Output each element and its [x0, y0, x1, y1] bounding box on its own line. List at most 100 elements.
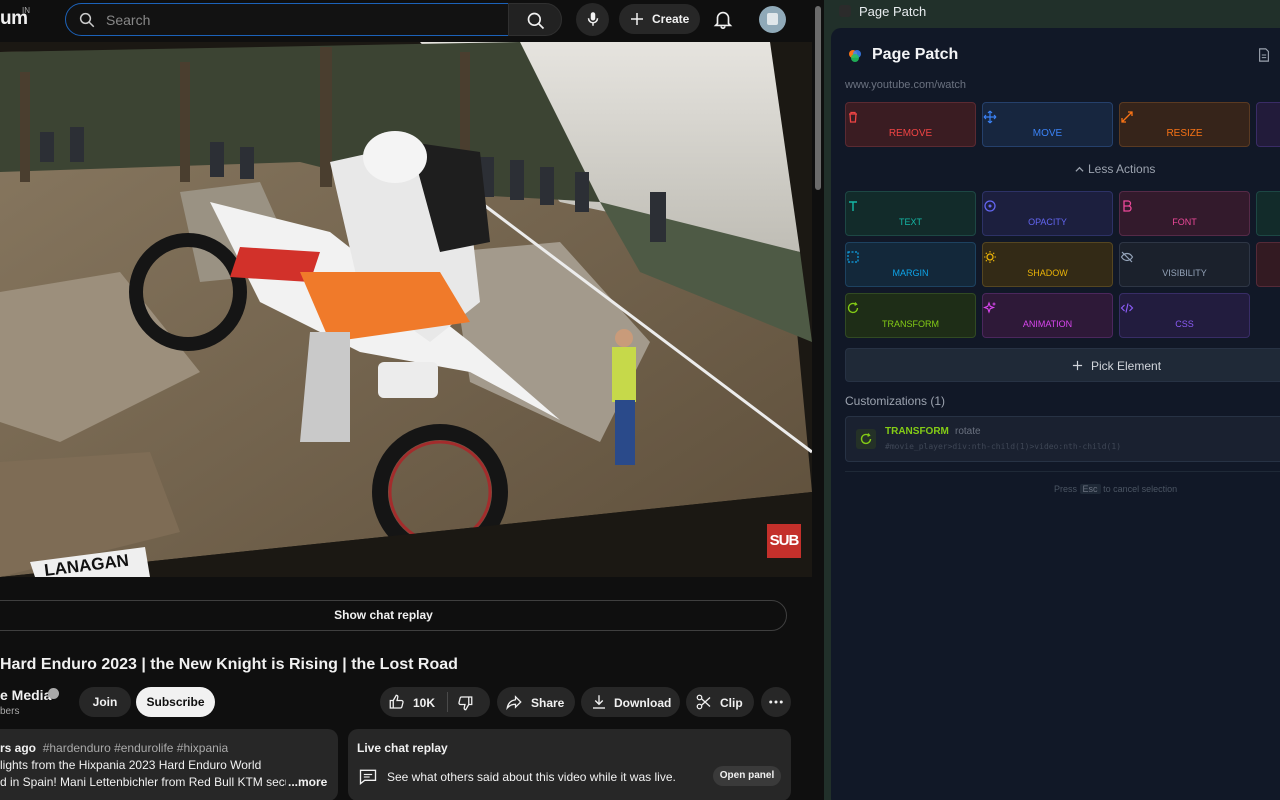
microphone-icon [587, 12, 599, 26]
page-patch-logo-icon [849, 50, 861, 62]
description-meta: rs ago #hardenduro #endurolife #hixpania [0, 741, 228, 755]
search-button[interactable] [508, 3, 562, 36]
panel-body: Page Patch www.youtube.com/watch REMOVE … [831, 28, 1280, 800]
video-frame: LANAGAN [0, 42, 812, 577]
transform-badge [856, 429, 876, 449]
trash-icon [849, 111, 857, 123]
like-divider [447, 692, 448, 712]
share-button[interactable]: Share [497, 687, 575, 717]
code-icon [1120, 303, 1134, 313]
customization-selector: #movie_player>div:nth-child(1)>video:nth… [885, 442, 1122, 451]
panel-window-title: Page Patch [859, 4, 927, 19]
animation-label: ANIMATION [1022, 319, 1073, 329]
opacity-action-button[interactable]: OPACITY [982, 191, 1113, 236]
move-icon [983, 110, 997, 124]
chevron-up-icon [1075, 167, 1084, 173]
more-actions-button[interactable] [761, 687, 791, 717]
shadow-label: SHADOW [1027, 268, 1068, 278]
pick-element-button[interactable]: Pick Element [845, 348, 1280, 382]
open-panel-button[interactable]: Open panel [713, 766, 781, 786]
channel-watermark[interactable]: SUB [767, 524, 801, 558]
customization-item[interactable]: TRANSFORM rotate #movie_player>div:nth-c… [845, 416, 1280, 462]
customization-type: TRANSFORM [885, 426, 949, 437]
video-player[interactable]: LANAGAN SUB [0, 42, 812, 577]
shadow-action-button[interactable]: SHADOW [982, 242, 1113, 287]
extra-action-button[interactable] [1256, 242, 1280, 287]
page-patch-app-icon [839, 5, 851, 17]
opacity-icon [984, 200, 996, 212]
visibility-off-icon [1120, 251, 1134, 263]
download-button[interactable]: Download [581, 687, 680, 717]
less-actions-toggle[interactable]: Less Actions [1075, 162, 1155, 176]
opacity-label: OPACITY [1028, 217, 1067, 227]
download-icon [593, 695, 605, 709]
animation-action-button[interactable]: ANIMATION [982, 293, 1113, 338]
share-label: Share [531, 696, 565, 710]
subscriber-count: bers [0, 706, 20, 717]
customization-property: rotate [955, 426, 981, 437]
shadow-icon [984, 251, 996, 263]
more-horizontal-icon [769, 700, 783, 704]
extra-action-button[interactable] [1256, 191, 1280, 236]
dislike-icon[interactable] [456, 694, 474, 712]
text-label: TEXT [898, 217, 922, 227]
visibility-action-button[interactable]: VISIBILITY [1119, 242, 1250, 287]
move-action-button[interactable]: MOVE [982, 102, 1113, 147]
margin-label: MARGIN [892, 268, 929, 278]
hashtags[interactable]: #hardenduro #endurolife #hixpania [43, 741, 228, 755]
like-icon[interactable] [388, 693, 406, 711]
voice-search-button[interactable] [576, 3, 609, 36]
live-chat-heading: Live chat replay [357, 741, 448, 755]
clip-button[interactable]: Clip [686, 687, 754, 717]
esc-key: Esc [1079, 484, 1101, 494]
clip-label: Clip [720, 696, 743, 710]
customizations-heading: Customizations (1) [845, 394, 946, 408]
create-button[interactable]: Create [619, 4, 700, 34]
css-label: CSS [1175, 319, 1194, 329]
resize-label: RESIZE [1166, 128, 1203, 139]
page-scrollbar[interactable] [812, 0, 824, 800]
css-action-button[interactable]: CSS [1119, 293, 1250, 338]
sparkles-icon [983, 301, 996, 314]
notifications-bell-icon[interactable] [712, 8, 734, 30]
document-icon[interactable] [1257, 48, 1271, 62]
transform-label: TRANSFORM [882, 319, 939, 329]
show-chat-replay-button[interactable]: Show chat replay [0, 600, 787, 631]
transform-icon [860, 433, 872, 445]
upload-time: rs ago [0, 741, 37, 755]
extra-action-button[interactable] [1256, 102, 1280, 147]
search-box[interactable] [65, 3, 509, 36]
resize-action-button[interactable]: RESIZE [1119, 102, 1250, 147]
chat-bubble-icon [359, 769, 377, 786]
transform-action-button[interactable]: TRANSFORM [845, 293, 976, 338]
margin-action-button[interactable]: MARGIN [845, 242, 976, 287]
live-chat-description: See what others said about this video wh… [387, 770, 676, 784]
account-avatar[interactable] [759, 6, 786, 33]
like-dislike-group: 10K [380, 687, 490, 717]
search-input[interactable] [106, 10, 486, 30]
video-title: Hard Enduro 2023 | the New Knight is Ris… [0, 656, 458, 673]
subscribe-button[interactable]: Subscribe [136, 687, 215, 717]
page-patch-panel: Page Patch Page Patch www.youtube.com/wa… [824, 0, 1280, 800]
like-count[interactable]: 10K [413, 696, 435, 710]
hint-text: to cancel selection [1103, 484, 1178, 494]
pick-element-label: Pick Element [1091, 359, 1162, 373]
join-button[interactable]: Join [79, 687, 131, 717]
channel-name[interactable]: e Media [0, 687, 51, 703]
text-action-button[interactable]: TEXT [845, 191, 976, 236]
plus-icon [631, 13, 643, 25]
show-more-link[interactable]: ...more [288, 775, 327, 789]
plus-icon [1072, 360, 1083, 371]
live-chat-card [348, 729, 791, 800]
share-icon [506, 695, 522, 711]
country-code: IN [22, 6, 30, 15]
scrollbar-thumb[interactable] [815, 6, 821, 190]
resize-icon [1121, 111, 1133, 123]
remove-action-button[interactable]: REMOVE [845, 102, 976, 147]
description-line: d in Spain! Mani Lettenbichler from Red … [0, 775, 286, 789]
create-label: Create [652, 12, 690, 26]
panel-title: Page Patch [872, 46, 959, 63]
font-action-button[interactable]: FONT [1119, 191, 1250, 236]
margin-icon [847, 251, 859, 263]
font-icon [1123, 200, 1132, 212]
